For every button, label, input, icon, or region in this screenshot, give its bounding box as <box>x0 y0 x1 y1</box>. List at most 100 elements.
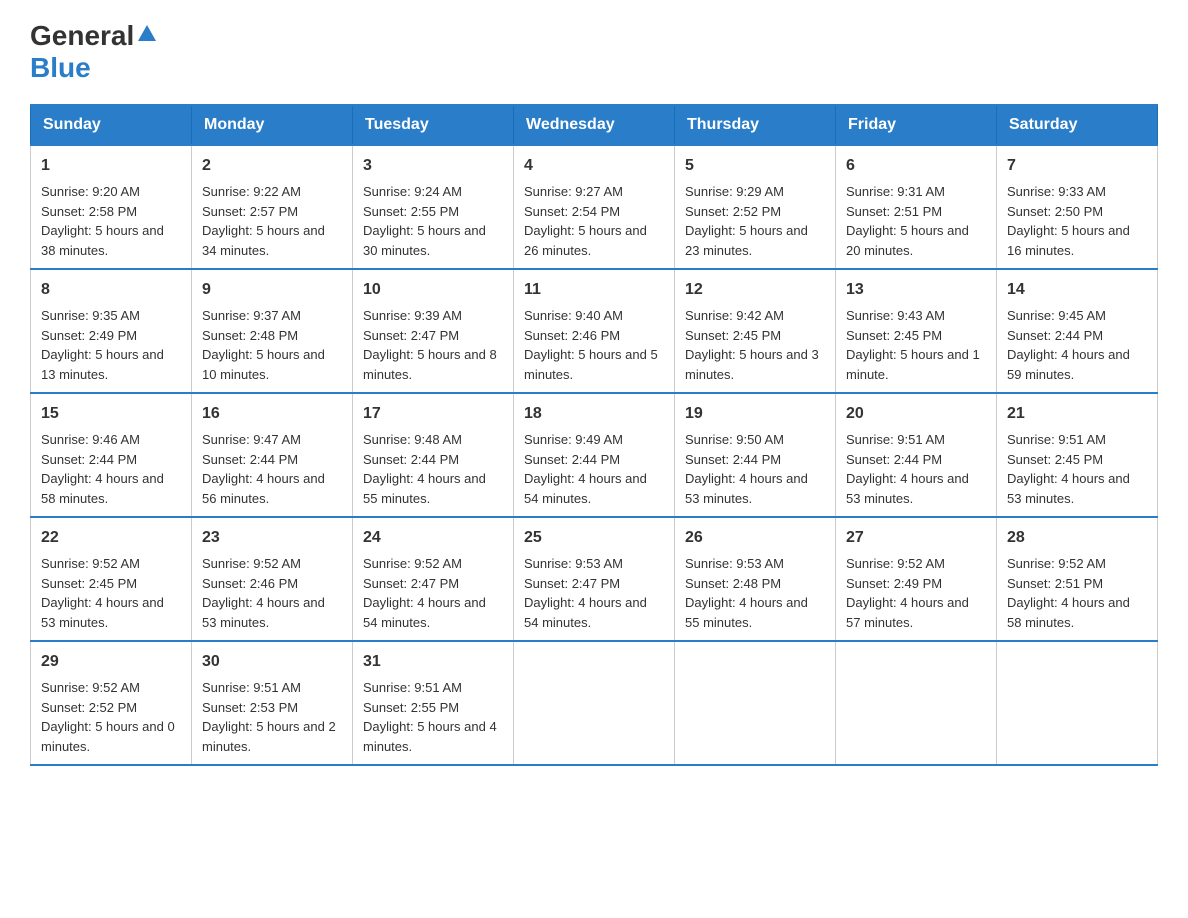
calendar-day-cell: 5 Sunrise: 9:29 AM Sunset: 2:52 PM Dayli… <box>675 145 836 269</box>
sunset-text: Sunset: 2:44 PM <box>41 452 137 467</box>
calendar-day-cell: 12 Sunrise: 9:42 AM Sunset: 2:45 PM Dayl… <box>675 269 836 393</box>
sunset-text: Sunset: 2:51 PM <box>1007 576 1103 591</box>
calendar-day-cell <box>997 641 1158 765</box>
sunset-text: Sunset: 2:52 PM <box>41 700 137 715</box>
daylight-text: Daylight: 5 hours and 23 minutes. <box>685 223 808 258</box>
daylight-text: Daylight: 5 hours and 2 minutes. <box>202 719 336 754</box>
day-number: 16 <box>202 402 342 426</box>
sunset-text: Sunset: 2:49 PM <box>41 328 137 343</box>
day-number: 22 <box>41 526 181 550</box>
calendar-day-cell <box>514 641 675 765</box>
daylight-text: Daylight: 4 hours and 56 minutes. <box>202 471 325 506</box>
logo-triangle-icon <box>138 25 156 46</box>
sunrise-text: Sunrise: 9:29 AM <box>685 184 784 199</box>
calendar-day-cell: 14 Sunrise: 9:45 AM Sunset: 2:44 PM Dayl… <box>997 269 1158 393</box>
sunrise-text: Sunrise: 9:52 AM <box>846 556 945 571</box>
daylight-text: Daylight: 4 hours and 58 minutes. <box>1007 595 1130 630</box>
day-number: 7 <box>1007 154 1147 178</box>
sunset-text: Sunset: 2:52 PM <box>685 204 781 219</box>
logo-blue-text: Blue <box>30 52 91 83</box>
calendar-day-cell: 26 Sunrise: 9:53 AM Sunset: 2:48 PM Dayl… <box>675 517 836 641</box>
weekday-header-thursday: Thursday <box>675 105 836 145</box>
sunset-text: Sunset: 2:57 PM <box>202 204 298 219</box>
calendar-day-cell: 15 Sunrise: 9:46 AM Sunset: 2:44 PM Dayl… <box>31 393 192 517</box>
sunrise-text: Sunrise: 9:20 AM <box>41 184 140 199</box>
sunrise-text: Sunrise: 9:37 AM <box>202 308 301 323</box>
daylight-text: Daylight: 4 hours and 57 minutes. <box>846 595 969 630</box>
sunset-text: Sunset: 2:54 PM <box>524 204 620 219</box>
sunrise-text: Sunrise: 9:43 AM <box>846 308 945 323</box>
calendar-day-cell: 17 Sunrise: 9:48 AM Sunset: 2:44 PM Dayl… <box>353 393 514 517</box>
daylight-text: Daylight: 4 hours and 54 minutes. <box>363 595 486 630</box>
calendar-day-cell: 16 Sunrise: 9:47 AM Sunset: 2:44 PM Dayl… <box>192 393 353 517</box>
day-number: 19 <box>685 402 825 426</box>
daylight-text: Daylight: 4 hours and 53 minutes. <box>685 471 808 506</box>
sunrise-text: Sunrise: 9:52 AM <box>1007 556 1106 571</box>
day-number: 28 <box>1007 526 1147 550</box>
sunset-text: Sunset: 2:45 PM <box>685 328 781 343</box>
day-number: 15 <box>41 402 181 426</box>
day-number: 31 <box>363 650 503 674</box>
calendar-week-row: 29 Sunrise: 9:52 AM Sunset: 2:52 PM Dayl… <box>31 641 1158 765</box>
sunrise-text: Sunrise: 9:35 AM <box>41 308 140 323</box>
day-number: 10 <box>363 278 503 302</box>
day-number: 6 <box>846 154 986 178</box>
day-number: 9 <box>202 278 342 302</box>
sunrise-text: Sunrise: 9:49 AM <box>524 432 623 447</box>
sunrise-text: Sunrise: 9:52 AM <box>202 556 301 571</box>
day-number: 27 <box>846 526 986 550</box>
daylight-text: Daylight: 4 hours and 59 minutes. <box>1007 347 1130 382</box>
sunset-text: Sunset: 2:50 PM <box>1007 204 1103 219</box>
calendar-day-cell: 19 Sunrise: 9:50 AM Sunset: 2:44 PM Dayl… <box>675 393 836 517</box>
calendar-day-cell: 22 Sunrise: 9:52 AM Sunset: 2:45 PM Dayl… <box>31 517 192 641</box>
sunset-text: Sunset: 2:48 PM <box>202 328 298 343</box>
calendar-week-row: 8 Sunrise: 9:35 AM Sunset: 2:49 PM Dayli… <box>31 269 1158 393</box>
calendar-week-row: 1 Sunrise: 9:20 AM Sunset: 2:58 PM Dayli… <box>31 145 1158 269</box>
day-number: 5 <box>685 154 825 178</box>
daylight-text: Daylight: 4 hours and 53 minutes. <box>1007 471 1130 506</box>
day-number: 21 <box>1007 402 1147 426</box>
sunset-text: Sunset: 2:55 PM <box>363 700 459 715</box>
day-number: 24 <box>363 526 503 550</box>
calendar-day-cell: 11 Sunrise: 9:40 AM Sunset: 2:46 PM Dayl… <box>514 269 675 393</box>
logo: General Blue <box>30 20 156 84</box>
day-number: 3 <box>363 154 503 178</box>
calendar-day-cell: 25 Sunrise: 9:53 AM Sunset: 2:47 PM Dayl… <box>514 517 675 641</box>
daylight-text: Daylight: 4 hours and 58 minutes. <box>41 471 164 506</box>
sunrise-text: Sunrise: 9:42 AM <box>685 308 784 323</box>
calendar-day-cell: 4 Sunrise: 9:27 AM Sunset: 2:54 PM Dayli… <box>514 145 675 269</box>
sunset-text: Sunset: 2:48 PM <box>685 576 781 591</box>
daylight-text: Daylight: 4 hours and 53 minutes. <box>846 471 969 506</box>
sunset-text: Sunset: 2:45 PM <box>846 328 942 343</box>
calendar-day-cell: 3 Sunrise: 9:24 AM Sunset: 2:55 PM Dayli… <box>353 145 514 269</box>
calendar-day-cell: 31 Sunrise: 9:51 AM Sunset: 2:55 PM Dayl… <box>353 641 514 765</box>
day-number: 14 <box>1007 278 1147 302</box>
sunrise-text: Sunrise: 9:39 AM <box>363 308 462 323</box>
sunset-text: Sunset: 2:47 PM <box>363 328 459 343</box>
sunset-text: Sunset: 2:44 PM <box>685 452 781 467</box>
weekday-header-monday: Monday <box>192 105 353 145</box>
daylight-text: Daylight: 5 hours and 16 minutes. <box>1007 223 1130 258</box>
daylight-text: Daylight: 5 hours and 3 minutes. <box>685 347 819 382</box>
daylight-text: Daylight: 5 hours and 10 minutes. <box>202 347 325 382</box>
calendar-day-cell: 6 Sunrise: 9:31 AM Sunset: 2:51 PM Dayli… <box>836 145 997 269</box>
calendar-day-cell: 10 Sunrise: 9:39 AM Sunset: 2:47 PM Dayl… <box>353 269 514 393</box>
sunrise-text: Sunrise: 9:52 AM <box>363 556 462 571</box>
calendar-day-cell: 1 Sunrise: 9:20 AM Sunset: 2:58 PM Dayli… <box>31 145 192 269</box>
daylight-text: Daylight: 5 hours and 34 minutes. <box>202 223 325 258</box>
sunset-text: Sunset: 2:46 PM <box>202 576 298 591</box>
calendar-day-cell: 27 Sunrise: 9:52 AM Sunset: 2:49 PM Dayl… <box>836 517 997 641</box>
sunrise-text: Sunrise: 9:53 AM <box>685 556 784 571</box>
day-number: 23 <box>202 526 342 550</box>
daylight-text: Daylight: 4 hours and 54 minutes. <box>524 471 647 506</box>
calendar-day-cell: 24 Sunrise: 9:52 AM Sunset: 2:47 PM Dayl… <box>353 517 514 641</box>
sunrise-text: Sunrise: 9:51 AM <box>1007 432 1106 447</box>
sunrise-text: Sunrise: 9:52 AM <box>41 556 140 571</box>
sunset-text: Sunset: 2:44 PM <box>1007 328 1103 343</box>
day-number: 26 <box>685 526 825 550</box>
calendar-day-cell: 21 Sunrise: 9:51 AM Sunset: 2:45 PM Dayl… <box>997 393 1158 517</box>
daylight-text: Daylight: 5 hours and 5 minutes. <box>524 347 658 382</box>
weekday-header-sunday: Sunday <box>31 105 192 145</box>
sunrise-text: Sunrise: 9:51 AM <box>846 432 945 447</box>
sunrise-text: Sunrise: 9:48 AM <box>363 432 462 447</box>
